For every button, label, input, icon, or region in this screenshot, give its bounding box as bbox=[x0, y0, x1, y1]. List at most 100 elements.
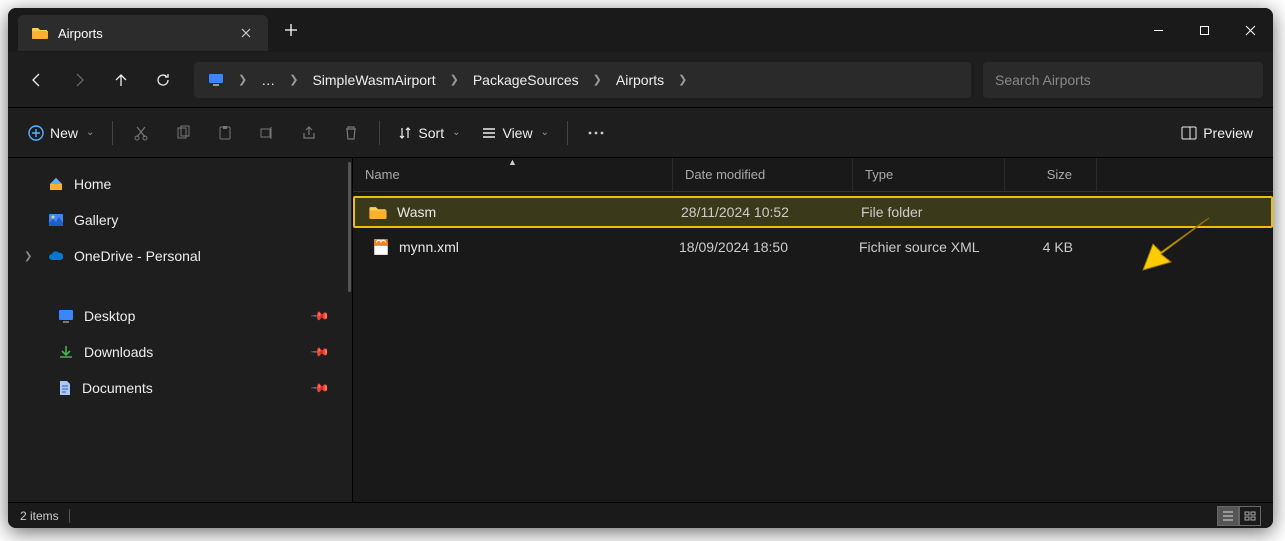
sort-label: Sort bbox=[418, 125, 444, 141]
file-date: 18/09/2024 18:50 bbox=[673, 239, 853, 255]
rename-button[interactable] bbox=[247, 115, 287, 151]
sidebar-item-documents[interactable]: Documents 📌 bbox=[12, 370, 348, 406]
tab-close-button[interactable] bbox=[238, 25, 254, 41]
column-name[interactable]: ▲ Name bbox=[353, 158, 673, 191]
documents-icon bbox=[58, 380, 72, 396]
delete-button[interactable] bbox=[331, 115, 371, 151]
sidebar: Home Gallery ❯ OneDrive - Personal Deskt… bbox=[8, 158, 353, 502]
file-date: 28/11/2024 10:52 bbox=[675, 204, 855, 220]
sidebar-item-onedrive[interactable]: ❯ OneDrive - Personal bbox=[12, 238, 348, 274]
file-name: Wasm bbox=[397, 204, 436, 220]
separator bbox=[379, 121, 380, 145]
up-button[interactable] bbox=[102, 61, 140, 99]
search-input[interactable] bbox=[983, 62, 1263, 98]
cut-button[interactable] bbox=[121, 115, 161, 151]
breadcrumb-root-icon[interactable] bbox=[200, 67, 232, 93]
chevron-right-icon[interactable]: ❯ bbox=[234, 67, 251, 92]
more-button[interactable] bbox=[576, 115, 616, 151]
breadcrumb-item[interactable]: PackageSources bbox=[465, 66, 587, 94]
column-type[interactable]: Type bbox=[853, 158, 1005, 191]
item-count: 2 items bbox=[20, 509, 59, 523]
forward-button[interactable] bbox=[60, 61, 98, 99]
desktop-icon bbox=[58, 309, 74, 323]
home-icon bbox=[48, 176, 64, 192]
chevron-right-icon[interactable]: ❯ bbox=[674, 67, 691, 92]
sidebar-item-desktop[interactable]: Desktop 📌 bbox=[12, 298, 348, 334]
scrollbar-thumb[interactable] bbox=[348, 162, 351, 292]
minimize-button[interactable] bbox=[1135, 10, 1181, 50]
sidebar-item-label: OneDrive - Personal bbox=[74, 248, 201, 264]
table-row[interactable]: mynn.xml 18/09/2024 18:50 Fichier source… bbox=[359, 230, 1267, 264]
sidebar-item-label: Downloads bbox=[84, 344, 153, 360]
separator bbox=[112, 121, 113, 145]
share-button[interactable] bbox=[289, 115, 329, 151]
refresh-button[interactable] bbox=[144, 61, 182, 99]
separator bbox=[567, 121, 568, 145]
toolbar: New ⌄ Sort ⌄ View ⌄ Preview bbox=[8, 108, 1273, 158]
table-row[interactable]: Wasm 28/11/2024 10:52 File folder bbox=[353, 196, 1273, 228]
sidebar-item-label: Home bbox=[74, 176, 111, 192]
pin-icon: 📌 bbox=[310, 306, 330, 326]
sidebar-item-home[interactable]: Home bbox=[12, 166, 348, 202]
details-view-button[interactable] bbox=[1217, 506, 1239, 526]
preview-button[interactable]: Preview bbox=[1171, 115, 1263, 151]
view-button[interactable]: View ⌄ bbox=[472, 115, 558, 151]
chevron-down-icon: ⌄ bbox=[541, 127, 549, 138]
view-label: View bbox=[502, 125, 532, 141]
column-headers: ▲ Name Date modified Type Size bbox=[353, 158, 1273, 192]
pin-icon: 📌 bbox=[310, 378, 330, 398]
sidebar-item-downloads[interactable]: Downloads 📌 bbox=[12, 334, 348, 370]
pin-icon: 📌 bbox=[310, 342, 330, 362]
file-list: ▲ Name Date modified Type Size Wasm 28/1… bbox=[353, 158, 1273, 502]
onedrive-icon bbox=[48, 250, 64, 262]
titlebar: Airports bbox=[8, 8, 1273, 52]
sidebar-item-label: Desktop bbox=[84, 308, 135, 324]
xml-file-icon bbox=[373, 238, 389, 256]
close-button[interactable] bbox=[1227, 10, 1273, 50]
folder-icon bbox=[32, 26, 48, 40]
paste-button[interactable] bbox=[205, 115, 245, 151]
copy-button[interactable] bbox=[163, 115, 203, 151]
column-date[interactable]: Date modified bbox=[673, 158, 853, 191]
new-button[interactable]: New ⌄ bbox=[18, 115, 104, 151]
file-rows: Wasm 28/11/2024 10:52 File folder mynn.x… bbox=[353, 192, 1273, 502]
breadcrumb-item[interactable]: Airports bbox=[608, 66, 672, 94]
sidebar-item-gallery[interactable]: Gallery bbox=[12, 202, 348, 238]
tab-airports[interactable]: Airports bbox=[18, 15, 268, 51]
folder-icon bbox=[369, 205, 387, 220]
new-label: New bbox=[50, 125, 78, 141]
file-size: 4 KB bbox=[1005, 239, 1097, 255]
content: Home Gallery ❯ OneDrive - Personal Deskt… bbox=[8, 158, 1273, 502]
separator bbox=[69, 509, 70, 523]
file-type: File folder bbox=[855, 204, 1007, 220]
downloads-icon bbox=[58, 344, 74, 360]
chevron-right-icon[interactable]: ❯ bbox=[446, 67, 463, 92]
new-tab-button[interactable] bbox=[274, 13, 308, 47]
sort-indicator-icon: ▲ bbox=[508, 158, 517, 167]
chevron-right-icon[interactable]: ❯ bbox=[24, 251, 32, 262]
explorer-window: Airports ❯ …❯ SimpleWasmA bbox=[8, 8, 1273, 528]
sidebar-item-label: Gallery bbox=[74, 212, 118, 228]
view-toggle bbox=[1217, 506, 1261, 526]
column-size[interactable]: Size bbox=[1005, 158, 1097, 191]
sort-button[interactable]: Sort ⌄ bbox=[388, 115, 470, 151]
breadcrumb-item[interactable]: SimpleWasmAirport bbox=[304, 66, 443, 94]
chevron-down-icon: ⌄ bbox=[452, 127, 460, 138]
maximize-button[interactable] bbox=[1181, 10, 1227, 50]
address-bar[interactable]: ❯ …❯ SimpleWasmAirport❯ PackageSources❯ … bbox=[194, 62, 971, 98]
back-button[interactable] bbox=[18, 61, 56, 99]
preview-label: Preview bbox=[1203, 125, 1253, 141]
chevron-down-icon: ⌄ bbox=[86, 127, 94, 138]
breadcrumb-overflow[interactable]: … bbox=[253, 66, 283, 94]
chevron-right-icon[interactable]: ❯ bbox=[589, 67, 606, 92]
file-type: Fichier source XML bbox=[853, 239, 1005, 255]
chevron-right-icon[interactable]: ❯ bbox=[285, 67, 302, 92]
navbar: ❯ …❯ SimpleWasmAirport❯ PackageSources❯ … bbox=[8, 52, 1273, 108]
sidebar-item-label: Documents bbox=[82, 380, 153, 396]
tab-title: Airports bbox=[58, 26, 228, 41]
file-name: mynn.xml bbox=[399, 239, 459, 255]
status-bar: 2 items bbox=[8, 502, 1273, 528]
icons-view-button[interactable] bbox=[1239, 506, 1261, 526]
window-controls bbox=[1135, 10, 1273, 50]
gallery-icon bbox=[48, 212, 64, 228]
